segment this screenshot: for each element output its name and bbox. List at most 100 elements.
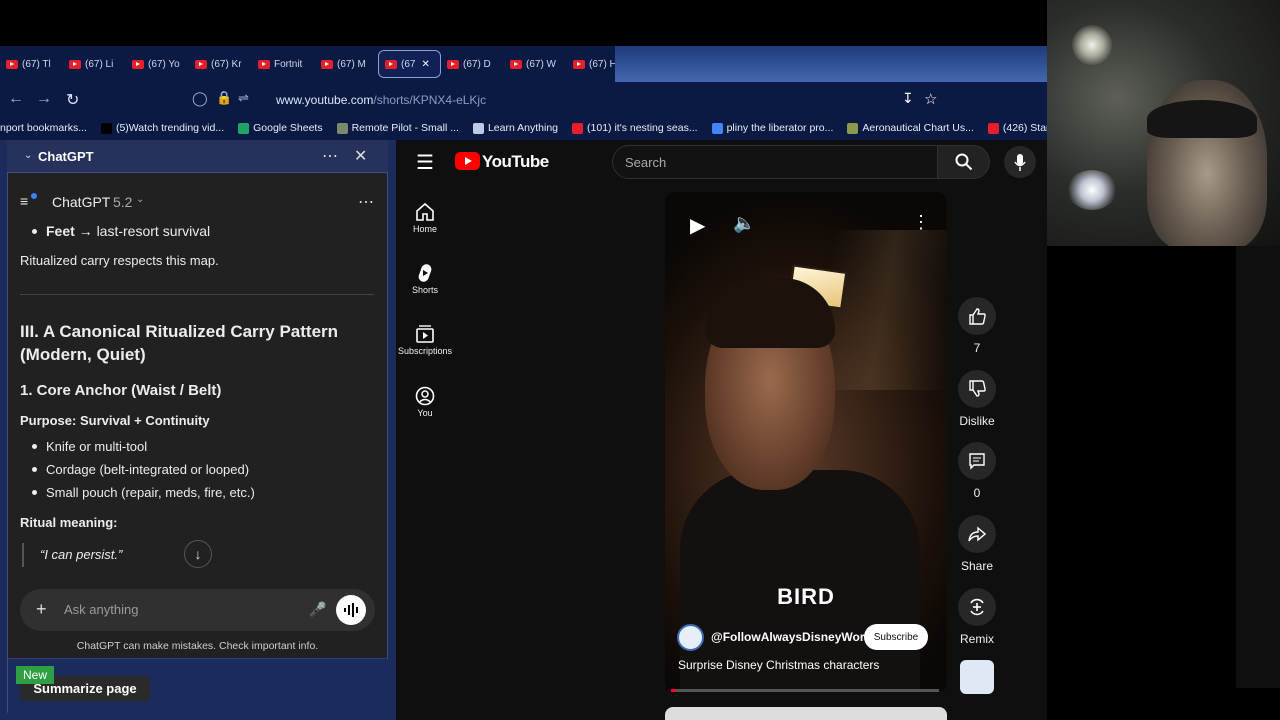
bookmark-item[interactable]: (101) it's nesting seas... [572,122,698,134]
search-placeholder[interactable]: Search [625,155,666,170]
volume-icon[interactable]: 🔈 [733,213,755,234]
forward-icon[interactable]: → [36,90,52,108]
browser-tab[interactable]: (67) Li [63,50,126,78]
youtube-favicon-icon [510,59,522,69]
youtube-logo-text[interactable]: YouTube [482,152,549,172]
bookmark-label: nport bookmarks... [0,122,87,134]
nav-home[interactable]: Home [396,202,454,234]
nav-subscriptions[interactable]: Subscriptions [396,324,454,356]
comments-action[interactable]: 0 [958,442,996,500]
download-icon[interactable]: ↧ [902,90,914,107]
back-icon[interactable]: ← [8,90,24,108]
model-version[interactable]: 5.2 [113,194,132,210]
quote-text: “I can persist.” [40,547,123,562]
browser-tab[interactable]: Fortnit [252,50,315,78]
bookmark-star-icon[interactable]: ☆ [924,90,937,108]
model-chevron-icon[interactable]: ⌄ [136,194,144,205]
section-heading: III. A Canonical Ritualized Carry Patter… [20,322,339,364]
next-short-preview[interactable] [665,707,947,720]
nav-you[interactable]: You [396,386,454,418]
like-action[interactable]: 7 [958,297,996,355]
attach-plus-icon[interactable]: + [36,599,47,620]
tab-label: Fortnit [274,58,303,70]
bookmark-item[interactable]: Learn Anything [472,122,558,134]
tab-close-icon[interactable]: ✕ [421,59,429,70]
audio-source-thumbnail[interactable] [960,660,994,694]
remix-action[interactable]: Remix [958,588,996,646]
channel-avatar[interactable] [677,624,704,651]
bullet [32,467,37,472]
video-progress-track[interactable] [671,689,939,692]
play-icon[interactable]: ▶ [690,213,705,238]
youtube-logo-icon[interactable] [455,152,480,170]
browser-tab[interactable]: (67) W [504,50,567,78]
browser-tab[interactable]: (67) Tl [0,50,63,78]
browser-tab[interactable]: (67) Kr [189,50,252,78]
blockquote-bar [22,543,24,567]
subscribe-button[interactable]: Subscribe [864,624,928,650]
close-icon[interactable]: ✕ [354,146,367,166]
bullet [32,490,37,495]
purpose-line: Purpose: Survival + Continuity [20,413,210,428]
list-item: Cordage (belt-integrated or looped) [46,462,250,477]
bookmark-label: (426) Starting A Furry [1002,122,1047,134]
shield-icon[interactable]: ◯ [192,90,208,107]
permissions-icon[interactable]: ⇌ [238,90,249,106]
nav-shorts[interactable]: Shorts [396,263,454,295]
bookmark-label: Remote Pilot - Small ... [351,122,459,134]
browser-tab[interactable]: (67) Yo [126,50,189,78]
like-count: 7 [973,341,981,355]
voice-search-button[interactable] [1004,146,1036,178]
tab-label: (67) D [463,58,491,70]
bookmark-favicon-icon [572,122,584,134]
bullet [32,444,37,449]
nav-label: Subscriptions [397,346,453,356]
search-button[interactable] [938,145,990,179]
tab-label: (67) H [589,58,617,70]
address-bar-url[interactable]: www.youtube.com/shorts/KPNX4-eLKjc [276,93,486,107]
youtube-favicon-icon [132,59,144,69]
video-options-icon[interactable]: ⋮ [912,212,930,233]
share-action[interactable]: Share [958,515,996,573]
browser-tab[interactable]: (67 ✕ [378,50,441,78]
bookmark-favicon-icon [238,122,250,134]
bookmark-label: Aeronautical Chart Us... [862,122,974,134]
sidebar-toggle-icon[interactable]: ≡ [20,193,28,209]
tab-label: (67) Li [85,58,114,70]
bookmark-item[interactable]: Remote Pilot - Small ... [336,122,459,134]
browser-tab[interactable]: (67) M [315,50,378,78]
browser-tab[interactable]: (67) D [441,50,504,78]
lock-icon[interactable]: 🔒 [216,90,232,106]
chat-options-icon[interactable]: ⋯ [358,192,374,212]
thumbs-down-icon [969,380,986,397]
chevron-down-icon[interactable]: ⌄ [24,150,32,161]
bookmark-item[interactable]: nport bookmarks... [0,122,87,134]
menu-hamburger-icon[interactable]: ☰ [416,150,434,175]
panel-title: ChatGPT [38,149,94,164]
bookmark-item[interactable]: pliny the liberator pro... [711,122,834,134]
bookmark-label: (101) it's nesting seas... [587,122,698,134]
scroll-down-button[interactable]: ↓ [184,540,212,568]
model-name[interactable]: ChatGPT [52,194,110,210]
ritual-line: Ritualized carry respects this map. [20,253,219,268]
bookmarks-bar: nport bookmarks... (5)Watch trending vid.… [0,116,1047,140]
ask-placeholder[interactable]: Ask anything [64,602,138,617]
dislike-action[interactable]: Dislike [958,370,996,428]
bookmark-item[interactable]: Aeronautical Chart Us... [847,122,974,134]
bookmark-label: pliny the liberator pro... [726,122,834,134]
more-options-icon[interactable]: ⋯ [322,146,338,166]
microphone-icon[interactable]: 🎤 [309,601,326,618]
channel-name[interactable]: @FollowAlwaysDisneyWorld [711,630,875,644]
video-title[interactable]: Surprise Disney Christmas characters [678,658,879,672]
bookmark-item[interactable]: Google Sheets [238,122,323,134]
url-host: www.youtube.com [276,93,374,107]
bookmark-item[interactable]: (426) Starting A Furry [987,122,1047,134]
remix-label: Remix [959,632,994,646]
bookmark-favicon-icon [472,122,484,134]
video-caption: BIRD [777,584,835,609]
reload-icon[interactable]: ↻ [66,90,79,110]
nav-label: You [417,408,433,418]
voice-mode-button[interactable] [336,595,366,625]
bookmark-item[interactable]: (5)Watch trending vid... [100,122,224,134]
divider [20,294,374,295]
